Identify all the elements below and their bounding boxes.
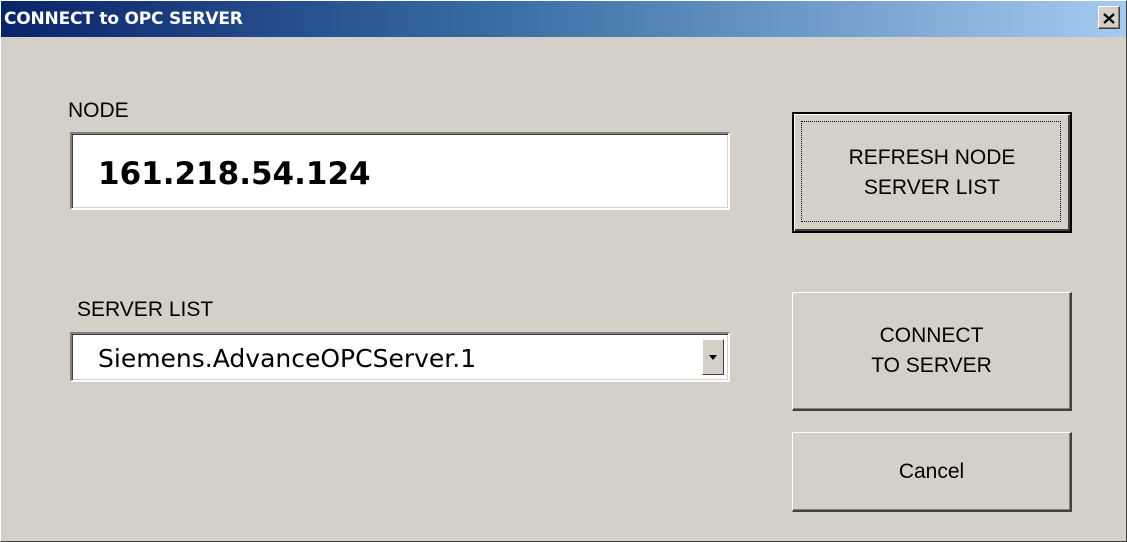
connect-button-label: CONNECT TO SERVER [871, 324, 992, 377]
server-list-combobox[interactable]: Siemens.AdvanceOPCServer.1 [70, 332, 730, 382]
window-title: CONNECT to OPC SERVER [4, 9, 243, 29]
cancel-button[interactable]: Cancel [792, 432, 1072, 512]
dialog-window: CONNECT to OPC SERVER NODE 161.218.54.12… [0, 0, 1127, 542]
chevron-down-icon [709, 354, 717, 360]
server-list-label: SERVER LIST [77, 298, 214, 321]
server-list-dropdown-button[interactable] [702, 339, 724, 375]
close-icon [1103, 9, 1115, 27]
cancel-button-label: Cancel [898, 459, 965, 483]
node-input[interactable]: 161.218.54.124 [70, 132, 730, 210]
refresh-button-label: REFRESH NODE SERVER LIST [848, 145, 1016, 199]
refresh-node-server-list-button[interactable]: REFRESH NODE SERVER LIST [792, 112, 1072, 233]
connect-to-server-button[interactable]: CONNECT TO SERVER [792, 292, 1072, 411]
title-bar[interactable]: CONNECT to OPC SERVER [1, 1, 1126, 37]
node-value: 161.218.54.124 [98, 156, 371, 192]
close-button[interactable] [1098, 6, 1120, 29]
node-label: NODE [68, 99, 129, 122]
server-list-selected-value: Siemens.AdvanceOPCServer.1 [98, 344, 477, 373]
